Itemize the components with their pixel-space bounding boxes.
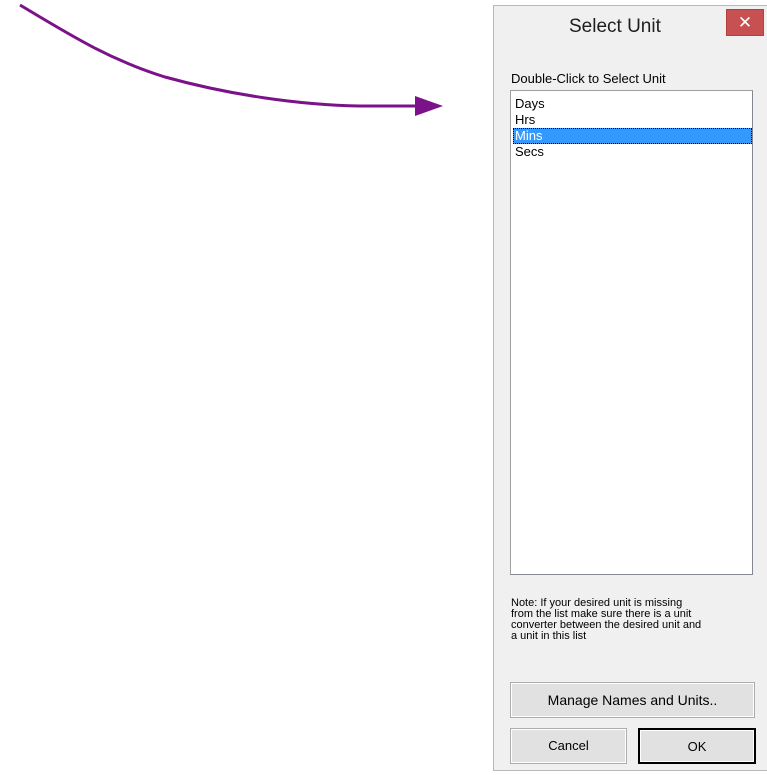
cancel-button[interactable]: Cancel — [510, 728, 627, 764]
list-item[interactable]: Secs — [513, 144, 752, 160]
title-bar[interactable]: Select Unit ✕ — [494, 6, 767, 52]
list-item-selected[interactable]: Mins — [513, 128, 752, 144]
list-item[interactable]: Days — [513, 96, 752, 112]
arrowhead-icon — [415, 96, 443, 116]
note-text: Note: If your desired unit is missing fr… — [511, 597, 702, 642]
dialog-title: Select Unit — [569, 16, 661, 37]
unit-listbox[interactable]: Days Hrs Mins Secs — [510, 90, 753, 575]
manage-names-units-button[interactable]: Manage Names and Units.. — [510, 682, 755, 718]
arrow-curve — [19, 3, 420, 108]
instruction-label: Double-Click to Select Unit — [511, 71, 666, 86]
select-unit-dialog: Select Unit ✕ Double-Click to Select Uni… — [493, 5, 767, 771]
list-item[interactable]: Hrs — [513, 112, 752, 128]
close-icon[interactable]: ✕ — [726, 9, 764, 36]
ok-button[interactable]: OK — [638, 728, 756, 764]
